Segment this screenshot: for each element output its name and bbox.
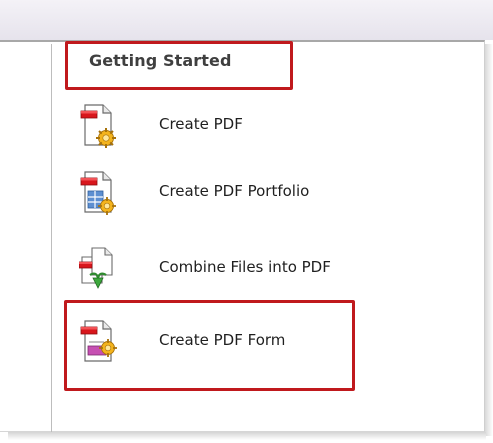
combine-files-item[interactable]: Combine Files into PDF <box>79 245 439 293</box>
create-pdf-form-highlight-box <box>64 300 355 391</box>
create-pdf-portfolio-label: Create PDF Portfolio <box>159 182 310 200</box>
create-pdf-portfolio-icon <box>80 171 116 215</box>
top-band <box>0 0 493 40</box>
panel-shadow-bottom <box>8 432 486 440</box>
create-pdf-portfolio-item[interactable]: Create PDF Portfolio <box>79 169 439 217</box>
create-pdf-item[interactable]: Create PDF <box>79 102 439 150</box>
panel-heading: Getting Started <box>89 51 232 70</box>
create-pdf-label: Create PDF <box>159 115 243 133</box>
create-pdf-icon <box>80 104 116 148</box>
panel-divider <box>51 44 52 432</box>
panel-shadow-right <box>485 44 493 436</box>
combine-files-icon <box>79 247 113 289</box>
combine-files-label: Combine Files into PDF <box>159 258 331 276</box>
